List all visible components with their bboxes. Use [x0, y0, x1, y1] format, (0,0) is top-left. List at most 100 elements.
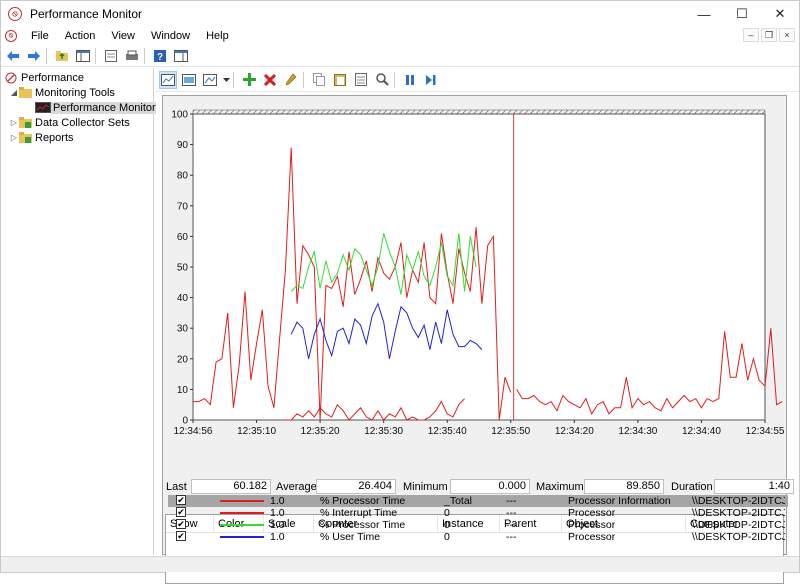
view-log-data-icon[interactable]	[180, 71, 198, 89]
data-collector-sets-icon	[19, 116, 32, 129]
maximize-button[interactable]: ☐	[723, 1, 761, 27]
y-tick-label: 0	[182, 416, 188, 427]
forward-arrow-icon[interactable]	[25, 47, 43, 65]
tree-node-performance[interactable]: Performance	[5, 70, 84, 85]
highlight-icon[interactable]	[282, 71, 300, 89]
update-data-step-icon[interactable]	[422, 71, 440, 89]
instance-cell: _Total	[444, 495, 473, 507]
statistics-bar: Last 60.182 Average 26.404 Minimum 0.000…	[166, 478, 794, 496]
zoom-icon[interactable]	[373, 71, 391, 89]
color-swatch	[220, 536, 264, 538]
copy-properties-icon[interactable]	[310, 71, 328, 89]
y-tick-label: 10	[177, 385, 189, 396]
performance-monitor-window: ⦸ Performance Monitor — ☐ ✕ ⦸ File Actio…	[0, 0, 800, 584]
color-cell	[216, 531, 266, 543]
minimum-label: Minimum	[403, 481, 448, 493]
parent-cell: ---	[506, 495, 517, 507]
mdi-restore-button[interactable]: ❐	[761, 28, 777, 42]
legend-row[interactable]: ✔ 1.0 % User Time 0 --- Processor \\DESKTOP-2I…	[168, 531, 788, 543]
show-cell: ✔	[168, 495, 216, 507]
properties-icon[interactable]	[352, 71, 370, 89]
properties-icon[interactable]	[102, 47, 120, 65]
x-tick-label: 12:35:40	[428, 426, 467, 437]
tree-node-reports[interactable]: ▷ Reports	[9, 130, 74, 145]
legend-row[interactable]: ✔ 1.0 % Processor Time _Total --- Processor I…	[168, 495, 788, 507]
y-tick-label: 70	[177, 201, 189, 212]
average-value: 26.404	[316, 479, 396, 494]
back-arrow-icon[interactable]	[4, 47, 22, 65]
counter-cell: % Processor Time	[320, 495, 406, 507]
tree-node-data-collector-sets[interactable]: ▷ Data Collector Sets	[9, 115, 130, 130]
menu-file[interactable]: File	[23, 30, 57, 42]
menu-help[interactable]: Help	[198, 30, 237, 42]
mdi-close-button[interactable]: ×	[779, 28, 795, 42]
performance-line-chart[interactable]: 0 10 20 30 40 50 60 70 80 90 100 12:34:56 12:35:10 12…	[163, 96, 786, 476]
computer-cell: \\DESKTOP-2IDTCJG	[692, 507, 785, 519]
graph-type-dropdown-chevron-down-icon[interactable]	[222, 71, 230, 89]
object-cell: Processor	[568, 519, 616, 531]
paste-counter-list-icon[interactable]	[331, 71, 349, 89]
average-label: Average	[276, 481, 317, 493]
x-tick-label: 12:35:10	[237, 426, 276, 437]
menu-view[interactable]: View	[103, 30, 143, 42]
freeze-display-pause-icon[interactable]	[401, 71, 419, 89]
system-menu-icon[interactable]: ⦸	[5, 30, 17, 42]
main-toolbar: ?	[1, 45, 799, 67]
maximum-label: Maximum	[536, 481, 584, 493]
graph-area: 0 10 20 30 40 50 60 70 80 90 100 12:34:56 12:35:10 12…	[162, 95, 794, 584]
chevron-right-icon[interactable]: ▷	[9, 133, 19, 142]
duration-label: Duration	[671, 481, 713, 493]
object-cell: Processor	[568, 507, 616, 519]
x-tick-label: 12:35:30	[364, 426, 403, 437]
parent-cell: ---	[506, 531, 517, 543]
duration-value: 1:40	[714, 479, 794, 494]
minimize-button[interactable]: —	[685, 1, 723, 27]
delete-counter-icon[interactable]	[261, 71, 279, 89]
show-checkbox[interactable]: ✔	[176, 531, 186, 541]
color-cell	[216, 519, 266, 531]
window-title: Performance Monitor	[30, 7, 143, 21]
y-tick-label: 100	[171, 110, 188, 121]
close-button[interactable]: ✕	[761, 1, 799, 27]
color-cell	[216, 507, 266, 519]
change-graph-type-icon[interactable]	[201, 71, 219, 89]
tree-node-monitoring-tools[interactable]: ◢ Monitoring Tools	[9, 85, 115, 100]
show-action-pane-icon[interactable]	[172, 47, 190, 65]
title-bar: ⦸ Performance Monitor — ☐ ✕	[1, 1, 799, 27]
tree-node-performance-monitor[interactable]: Performance Monitor	[35, 100, 158, 115]
help-icon[interactable]: ?	[151, 47, 169, 65]
chevron-down-icon[interactable]: ◢	[9, 88, 19, 97]
x-tick-label: 12:34:40	[682, 426, 721, 437]
show-cell: ✔	[168, 507, 216, 519]
export-list-icon[interactable]	[123, 47, 141, 65]
legend-row[interactable]: ✔ 1.0 % Processor Time 0 --- Processor \\DESKT…	[168, 519, 788, 531]
parent-cell: ---	[506, 519, 517, 531]
up-folder-icon[interactable]	[53, 47, 71, 65]
parent-cell: ---	[506, 507, 517, 519]
legend-row[interactable]: ✔ 1.0 % Interrupt Time 0 --- Processor \\DESKT…	[168, 507, 788, 519]
y-tick-label: 90	[177, 140, 189, 151]
scale-cell: 1.0	[270, 519, 285, 531]
minimum-value: 0.000	[450, 479, 530, 494]
y-tick-label: 50	[177, 263, 189, 274]
menu-window[interactable]: Window	[143, 30, 198, 42]
menu-bar: ⦸ File Action View Window Help – ❐ ×	[1, 27, 799, 45]
show-checkbox[interactable]: ✔	[176, 495, 186, 505]
show-hide-console-tree-icon[interactable]	[74, 47, 92, 65]
y-tick-label: 30	[177, 324, 189, 335]
scale-cell: 1.0	[270, 495, 285, 507]
mdi-minimize-button[interactable]: –	[743, 28, 759, 42]
add-counter-icon[interactable]	[240, 71, 258, 89]
performance-monitor-app-icon: ⦸	[8, 7, 22, 21]
menu-action[interactable]: Action	[57, 30, 104, 42]
view-current-activity-icon[interactable]	[159, 70, 177, 89]
color-swatch	[220, 512, 264, 514]
color-swatch	[220, 500, 264, 502]
svg-text:?: ?	[157, 52, 163, 63]
show-checkbox[interactable]: ✔	[176, 507, 186, 517]
maximum-value: 89.850	[584, 479, 664, 494]
show-checkbox[interactable]: ✔	[176, 519, 186, 529]
chevron-right-icon[interactable]: ▷	[9, 118, 19, 127]
x-tick-label: 12:35:20	[301, 426, 340, 437]
x-tick-label: 12:35:50	[491, 426, 530, 437]
